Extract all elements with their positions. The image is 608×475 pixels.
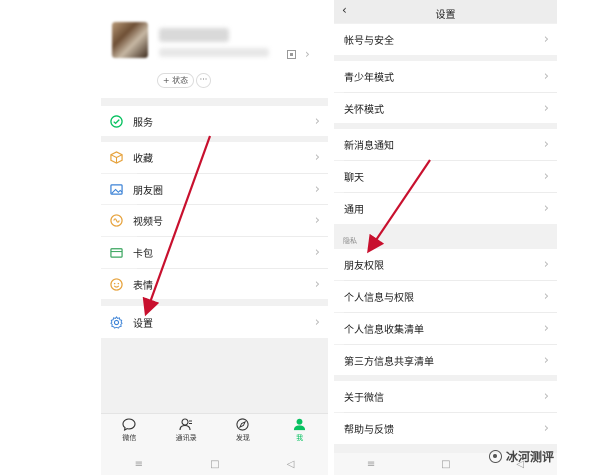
arrow-to-settings: [142, 135, 212, 317]
watermark: 冰河测评: [489, 448, 554, 465]
watermark-logo-icon: [489, 450, 502, 463]
annotation-arrows: [142, 135, 431, 317]
arrow-to-friend-permissions: [367, 159, 431, 254]
watermark-text: 冰河测评: [506, 450, 555, 464]
